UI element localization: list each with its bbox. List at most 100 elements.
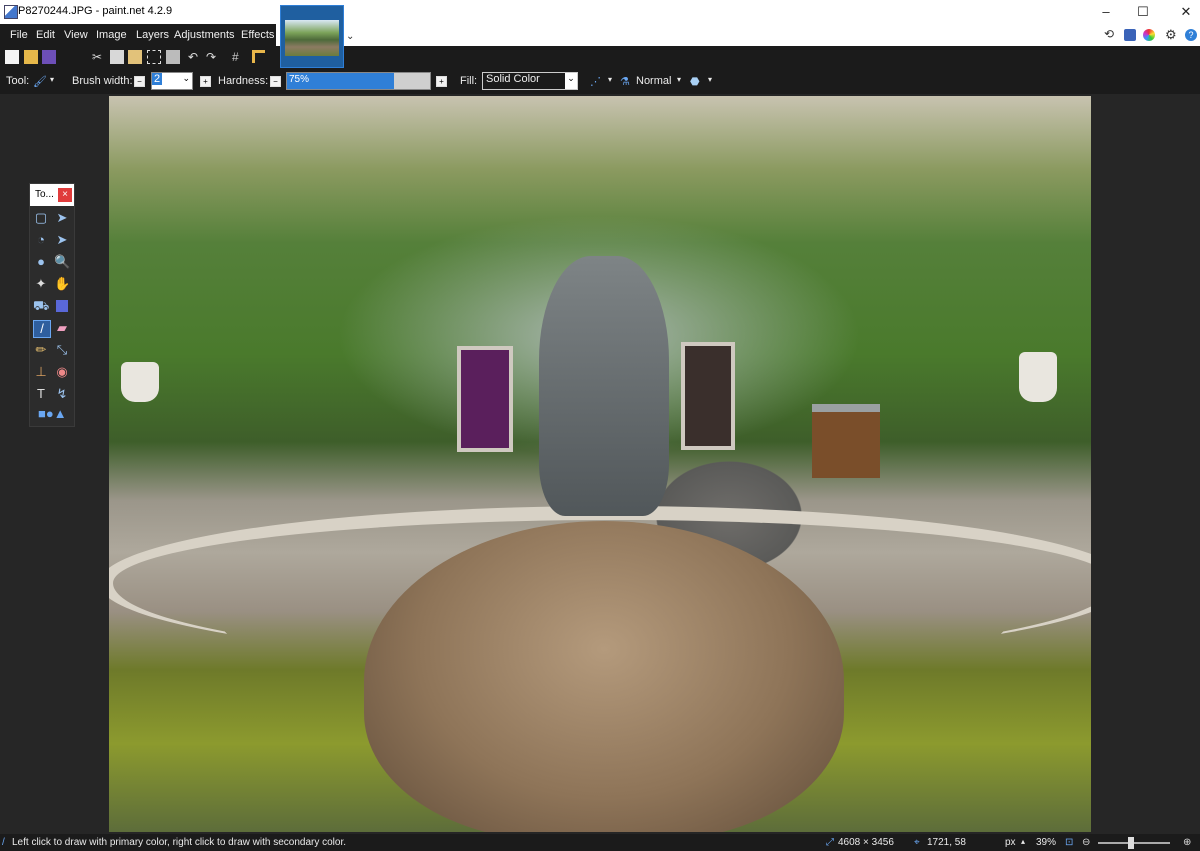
hardness-slider[interactable]: 75% <box>286 72 431 90</box>
hardness-value: 75% <box>289 74 310 85</box>
text-icon[interactable]: T <box>33 386 49 402</box>
brush-width-value: 2 <box>152 73 163 85</box>
brush-width-increase-button[interactable]: + <box>200 76 211 87</box>
help-icon[interactable]: ? <box>1185 29 1197 41</box>
undo-icon[interactable]: ↶ <box>188 50 202 64</box>
open-icon[interactable] <box>24 50 38 64</box>
ellipse-select-icon[interactable]: ● <box>33 254 49 270</box>
move-selected-icon[interactable]: ➤ <box>54 210 70 226</box>
settings-gear-icon[interactable]: ⚙ <box>1165 27 1181 43</box>
line-curve-icon[interactable]: ↯ <box>54 386 70 402</box>
paintbrush-tool-icon[interactable]: / <box>33 320 51 338</box>
zoom-value[interactable]: 39% <box>1036 837 1056 848</box>
brush-width-field[interactable]: 2 ⌄ <box>151 72 193 90</box>
colors-icon[interactable] <box>1143 29 1155 41</box>
layers-icon[interactable] <box>1124 29 1136 41</box>
brush-width-dropdown-icon[interactable]: ⌄ <box>182 73 190 84</box>
paste-icon[interactable] <box>128 50 142 64</box>
units-chevron-icon[interactable]: ▴ <box>1021 837 1025 846</box>
hardness-decrease-button[interactable]: − <box>270 76 281 87</box>
menu-bar: File Edit View Image Layers Adjustments … <box>0 24 276 46</box>
menu-view[interactable]: View <box>64 29 88 41</box>
deselect-icon[interactable] <box>166 50 180 64</box>
fill-select[interactable]: Solid Color ⌄ <box>482 72 578 90</box>
zoom-out-icon[interactable]: ⊖ <box>1082 837 1090 848</box>
status-brush-icon: / <box>2 837 5 848</box>
tool-chevron-icon[interactable]: ▾ <box>50 75 54 84</box>
hardness-label: Hardness: <box>218 75 269 87</box>
pan-hand-icon[interactable]: ✋ <box>54 276 70 292</box>
menu-layers[interactable]: Layers <box>136 29 169 41</box>
image-canvas[interactable] <box>109 96 1091 832</box>
cut-icon[interactable]: ✂ <box>92 50 106 64</box>
paintbrush-icon[interactable]: 🖌 <box>33 75 47 88</box>
menu-image[interactable]: Image <box>96 29 127 41</box>
fill-value: Solid Color <box>486 73 540 85</box>
zoom-in-icon[interactable]: ⊕ <box>1183 837 1191 848</box>
shapes-icon[interactable]: ■●▲ <box>38 406 67 422</box>
zoom-icon[interactable]: 🔍 <box>54 254 70 270</box>
tools-panel: To... × ▢ ➤ ◔ ➤ ● 🔍 ✦ ✋ ⛟ / ▰ ✏ ⤡ ⊥ ◉ T … <box>29 183 75 427</box>
blend-mode-icon[interactable]: ⚗ <box>620 75 630 88</box>
image-size-icon: ⤢ <box>826 837 834 848</box>
redo-icon[interactable]: ↷ <box>206 50 220 64</box>
brush-width-decrease-button[interactable]: − <box>134 76 145 87</box>
antialiasing-chevron-icon[interactable]: ▾ <box>608 75 612 84</box>
image-tabs-strip <box>276 24 1200 46</box>
zoom-slider-knob[interactable] <box>1128 837 1134 849</box>
zoom-to-window-icon[interactable]: ⊡ <box>1065 837 1073 848</box>
fill-dropdown-icon[interactable]: ⌄ <box>565 73 577 89</box>
menu-file[interactable]: File <box>10 29 28 41</box>
hardness-increase-button[interactable]: + <box>436 76 447 87</box>
clipping-chevron-icon[interactable]: ▾ <box>708 75 712 84</box>
paint-bucket-icon[interactable]: ⛟ <box>33 298 49 314</box>
clone-stamp-icon[interactable]: ⊥ <box>33 364 49 380</box>
title-bar: P8270244.JPG - paint.net 4.2.9 ✎ – ☐ ✕ <box>0 0 1200 42</box>
close-window-button[interactable]: ✕ <box>1178 4 1194 20</box>
rectangle-select-icon[interactable]: ▢ <box>33 210 49 226</box>
grid-icon[interactable]: # <box>232 50 246 64</box>
image-thumbnail-tab[interactable] <box>280 5 344 68</box>
blend-mode-chevron-icon[interactable]: ▾ <box>677 75 681 84</box>
menu-edit[interactable]: Edit <box>36 29 55 41</box>
chevron-down-icon[interactable]: ⌄ <box>346 31 354 42</box>
eraser-icon[interactable]: ▰ <box>54 320 70 336</box>
stone-urn-right <box>1019 352 1057 402</box>
antialiasing-icon[interactable]: ⋰ <box>590 75 601 88</box>
selection-clipping-icon[interactable]: ⬣ <box>690 75 700 88</box>
tools-panel-header: To... × <box>30 184 74 206</box>
magic-wand-icon[interactable]: ✦ <box>33 276 49 292</box>
blend-mode-value[interactable]: Normal <box>636 75 671 87</box>
gradient-icon[interactable] <box>56 300 68 312</box>
save-icon[interactable] <box>42 50 56 64</box>
ruler-icon[interactable] <box>252 50 265 63</box>
statue <box>539 256 669 516</box>
dark-door <box>681 342 735 450</box>
cursor-position-icon: ⌖ <box>914 837 920 848</box>
tools-panel-title: To... <box>35 189 54 200</box>
units-select[interactable]: px <box>1005 837 1016 848</box>
tool-label: Tool: <box>6 75 30 87</box>
main-toolbar <box>0 46 1200 68</box>
rock-fountain <box>364 521 844 832</box>
status-bar: / Left click to draw with primary color,… <box>0 834 1200 851</box>
history-icon[interactable]: ⟲ <box>1104 27 1120 43</box>
menu-effects[interactable]: Effects <box>241 29 274 41</box>
tools-panel-close-button[interactable]: × <box>58 188 72 202</box>
brush-width-label: Brush width: <box>72 75 133 87</box>
move-selection-icon[interactable]: ➤ <box>54 232 70 248</box>
stone-urn-left <box>121 362 159 402</box>
recolor-icon[interactable]: ◉ <box>54 364 70 380</box>
crop-to-selection-icon[interactable] <box>147 50 161 64</box>
minimize-button[interactable]: – <box>1098 4 1114 20</box>
wooden-bin <box>812 404 880 478</box>
new-icon[interactable] <box>5 50 19 64</box>
menu-adjustments[interactable]: Adjustments <box>174 29 235 41</box>
window-title: P8270244.JPG - paint.net 4.2.9 <box>18 5 173 17</box>
pencil-icon[interactable]: ✏ <box>33 342 49 358</box>
color-picker-icon[interactable]: ⤡ <box>54 342 70 358</box>
lasso-select-icon[interactable]: ◔ <box>33 232 49 248</box>
copy-icon[interactable] <box>110 50 124 64</box>
maximize-button[interactable]: ☐ <box>1135 4 1151 20</box>
zoom-slider[interactable] <box>1098 837 1170 849</box>
